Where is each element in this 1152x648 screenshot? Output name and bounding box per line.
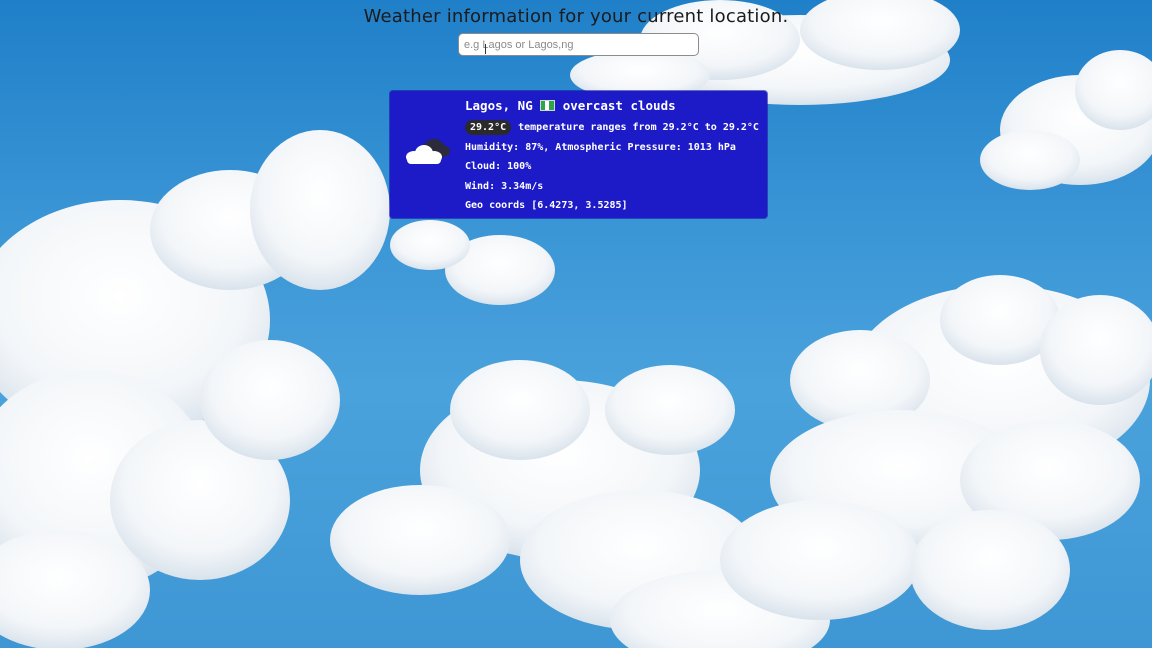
overcast-clouds-icon [406,139,450,164]
weather-details: Lagos, NG overcast clouds 29.2°C tempera… [465,97,759,216]
temperature-range: temperature ranges from 29.2°C to 29.2°C [518,122,759,133]
nigeria-flag-icon [539,99,555,111]
cloud-coverage: Cloud: 100% [465,161,532,172]
city-name: Lagos, NG [465,97,533,113]
weather-card: Lagos, NG overcast clouds 29.2°C tempera… [390,91,767,218]
location-title: Lagos, NG overcast clouds [465,97,759,113]
temperature-badge: 29.2°C [465,120,512,136]
wind-speed: Wind: 3.34m/s [465,180,544,192]
location-search-input[interactable] [458,33,699,56]
text-cursor [485,44,486,54]
temperature-row: 29.2°C temperature ranges from 29.2°C to… [465,118,759,138]
page-title: Weather information for your current loc… [363,6,789,27]
humidity-pressure: Humidity: 87%, Atmospheric Pressure: 101… [465,141,736,153]
geo-coords: Geo coords [6.4273, 3.5285] [465,200,628,211]
weather-description: overcast clouds [562,97,676,113]
